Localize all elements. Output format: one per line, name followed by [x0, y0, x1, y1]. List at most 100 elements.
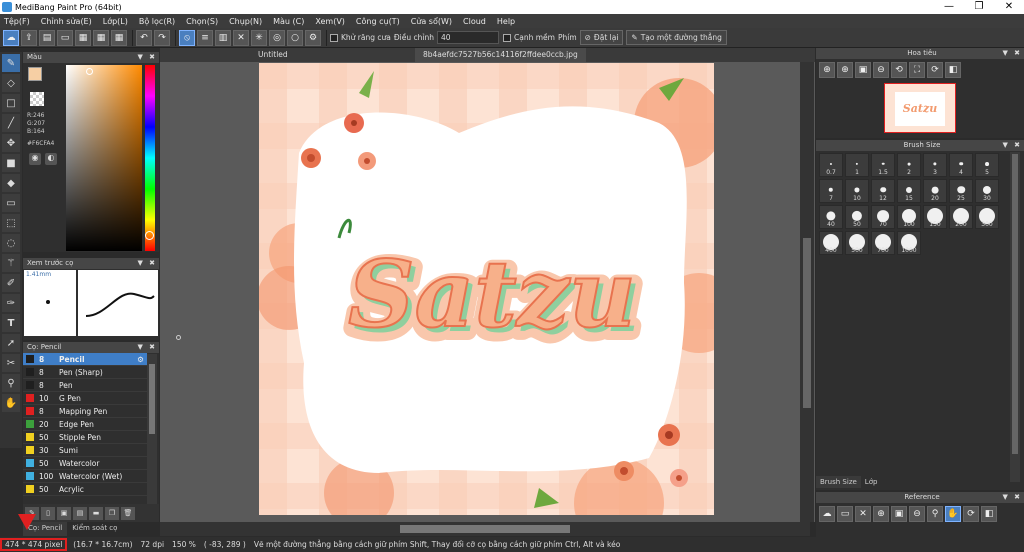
lasso-tool-icon[interactable]: ◌: [2, 234, 20, 252]
hue-slider[interactable]: [145, 65, 155, 251]
select-eraser-icon[interactable]: ✑: [2, 294, 20, 312]
brush-size-option[interactable]: 0.7: [819, 153, 843, 177]
brush-size-option[interactable]: 5: [975, 153, 999, 177]
brush-size-option[interactable]: 20: [923, 179, 947, 203]
brush-list-item[interactable]: 8 Pencil ⚙: [23, 353, 147, 366]
tab-brush-size[interactable]: Brush Size: [816, 476, 861, 488]
shape-tool-icon[interactable]: ■: [2, 154, 20, 172]
rotate-right-icon[interactable]: ⟳: [927, 62, 943, 78]
brush-size-scrollbar[interactable]: [1010, 152, 1020, 482]
brush-size-option[interactable]: 10: [845, 179, 869, 203]
minimize-button[interactable]: —: [934, 0, 964, 14]
ref-open-icon[interactable]: ▭: [837, 506, 853, 522]
ref-rotate-icon[interactable]: ⟳: [963, 506, 979, 522]
brush-size-option[interactable]: 1: [845, 153, 869, 177]
brush-size-option[interactable]: 50: [845, 205, 869, 229]
brush-size-option[interactable]: 15: [897, 179, 921, 203]
brush-size-option[interactable]: 1000: [897, 231, 921, 255]
menu-window[interactable]: Cửa sổ(W): [411, 17, 452, 26]
cloud-icon[interactable]: ☁: [3, 29, 19, 46]
settings-snap-icon[interactable]: ⚙: [305, 29, 321, 46]
brush-copy-icon[interactable]: ❐: [105, 506, 119, 520]
ref-eyedropper-icon[interactable]: ⚲: [927, 506, 943, 522]
brush-size-option[interactable]: 12: [871, 179, 895, 203]
brush-size-option[interactable]: 70: [871, 205, 895, 229]
zoom-out-icon[interactable]: ⊖: [873, 62, 889, 78]
ref-cloud-icon[interactable]: ☁: [819, 506, 835, 522]
navigator-thumbnail[interactable]: Satzu: [884, 83, 956, 133]
reset-button[interactable]: ⊘ Đặt lại: [579, 30, 624, 45]
ref-zoom-in-icon[interactable]: ⊕: [873, 506, 889, 522]
saturation-value-picker[interactable]: [66, 65, 142, 251]
fullscreen-icon[interactable]: ⛶: [909, 62, 925, 78]
text-tool-icon[interactable]: T: [2, 314, 20, 332]
export-icon[interactable]: ⇪: [21, 29, 37, 46]
brush-size-option[interactable]: 30: [975, 179, 999, 203]
brush-doc-icon[interactable]: ▤: [73, 506, 87, 520]
curve-snap-icon[interactable]: ○: [287, 29, 303, 46]
brush-list-item[interactable]: 10 G Pen: [23, 392, 147, 405]
brush-list-item[interactable]: 8 Pen (Sharp): [23, 366, 147, 379]
tab-image[interactable]: 8b4aefdc7527b56c14116f2ffdee0ccb.jpg: [415, 48, 586, 62]
brush-size-option[interactable]: 100: [897, 205, 921, 229]
canvas-vertical-scrollbar[interactable]: [800, 62, 814, 522]
tab-untitled[interactable]: Untitled: [250, 48, 296, 62]
ref-zoom-out-icon[interactable]: ⊖: [909, 506, 925, 522]
maximize-button[interactable]: ❐: [964, 0, 994, 14]
cross-snap-icon[interactable]: ▥: [215, 29, 231, 46]
brush-list-item[interactable]: 8 Pen: [23, 379, 147, 392]
ref-flip-icon[interactable]: ◧: [981, 506, 997, 522]
brush-list-item[interactable]: 8 Mapping Pen: [23, 405, 147, 418]
menu-view[interactable]: Xem(V): [315, 17, 345, 26]
brush-size-option[interactable]: 3: [923, 153, 947, 177]
brush-size-option[interactable]: 4: [949, 153, 973, 177]
ref-hand-icon[interactable]: ✋: [945, 506, 961, 522]
brush-size-option[interactable]: 200: [949, 205, 973, 229]
select-pen-icon[interactable]: ✐: [2, 274, 20, 292]
brush-list-item[interactable]: 30 Sumi: [23, 444, 147, 457]
line-tool-icon[interactable]: ╱: [2, 114, 20, 132]
antialias-checkbox[interactable]: [330, 33, 338, 42]
vanishing-snap-icon[interactable]: ✕: [233, 29, 249, 46]
gradient-tool-icon[interactable]: ▭: [2, 194, 20, 212]
transparent-swatch[interactable]: [30, 92, 44, 106]
snap-off-icon[interactable]: ⦸: [179, 29, 195, 46]
comment-icon[interactable]: ▭: [57, 29, 73, 46]
brush-list-item[interactable]: 50 Stipple Pen: [23, 431, 147, 444]
redo-icon[interactable]: ↷: [154, 29, 170, 46]
layers-icon[interactable]: ▤: [39, 29, 55, 46]
fit-icon[interactable]: ▣: [855, 62, 871, 78]
grid-icon[interactable]: ▦: [93, 29, 109, 46]
brush-tool-icon[interactable]: ✎: [2, 54, 20, 72]
circle-snap-icon[interactable]: ◎: [269, 29, 285, 46]
select-tool-icon[interactable]: ⬚: [2, 214, 20, 232]
menu-cloud[interactable]: Cloud: [463, 17, 486, 26]
fill-tool-icon[interactable]: ◆: [2, 174, 20, 192]
ref-fit-icon[interactable]: ▣: [891, 506, 907, 522]
eyedropper-icon[interactable]: ⚲: [2, 374, 20, 392]
eraser-tool-icon[interactable]: ◇: [2, 74, 20, 92]
document-canvas[interactable]: Satzu Satzu Satzu: [259, 63, 714, 515]
hue-slider-handle[interactable]: [145, 231, 154, 240]
brush-list-item[interactable]: 50 Acrylic: [23, 483, 147, 496]
menu-color[interactable]: Màu (C): [273, 17, 304, 26]
move-tool-icon[interactable]: ✥: [2, 134, 20, 152]
menu-select[interactable]: Chọn(S): [186, 17, 218, 26]
hand-tool-icon[interactable]: ✋: [2, 394, 20, 412]
brush-list-item[interactable]: 100 Watercolor (Wet): [23, 470, 147, 483]
brush-list-item[interactable]: 50 Watercolor: [23, 457, 147, 470]
menu-snap[interactable]: Chụp(N): [229, 17, 262, 26]
adjust-select[interactable]: 40: [437, 31, 499, 44]
brush-size-option[interactable]: 150: [923, 205, 947, 229]
brush-size-option[interactable]: 500: [845, 231, 869, 255]
menu-tools[interactable]: Công cụ(T): [356, 17, 400, 26]
brush-size-option[interactable]: 25: [949, 179, 973, 203]
tab-brush-control[interactable]: Kiểm soát cọ: [67, 522, 122, 536]
brush-size-option[interactable]: 40: [819, 205, 843, 229]
brush-list-scrollbar[interactable]: [147, 354, 157, 504]
close-button[interactable]: ✕: [994, 0, 1024, 14]
zoom-in-icon[interactable]: ⊕: [819, 62, 835, 78]
menu-edit[interactable]: Chỉnh sửa(E): [41, 17, 92, 26]
brush-folder-icon[interactable]: ▬: [89, 506, 103, 520]
brush-list-item[interactable]: 20 Edge Pen: [23, 418, 147, 431]
